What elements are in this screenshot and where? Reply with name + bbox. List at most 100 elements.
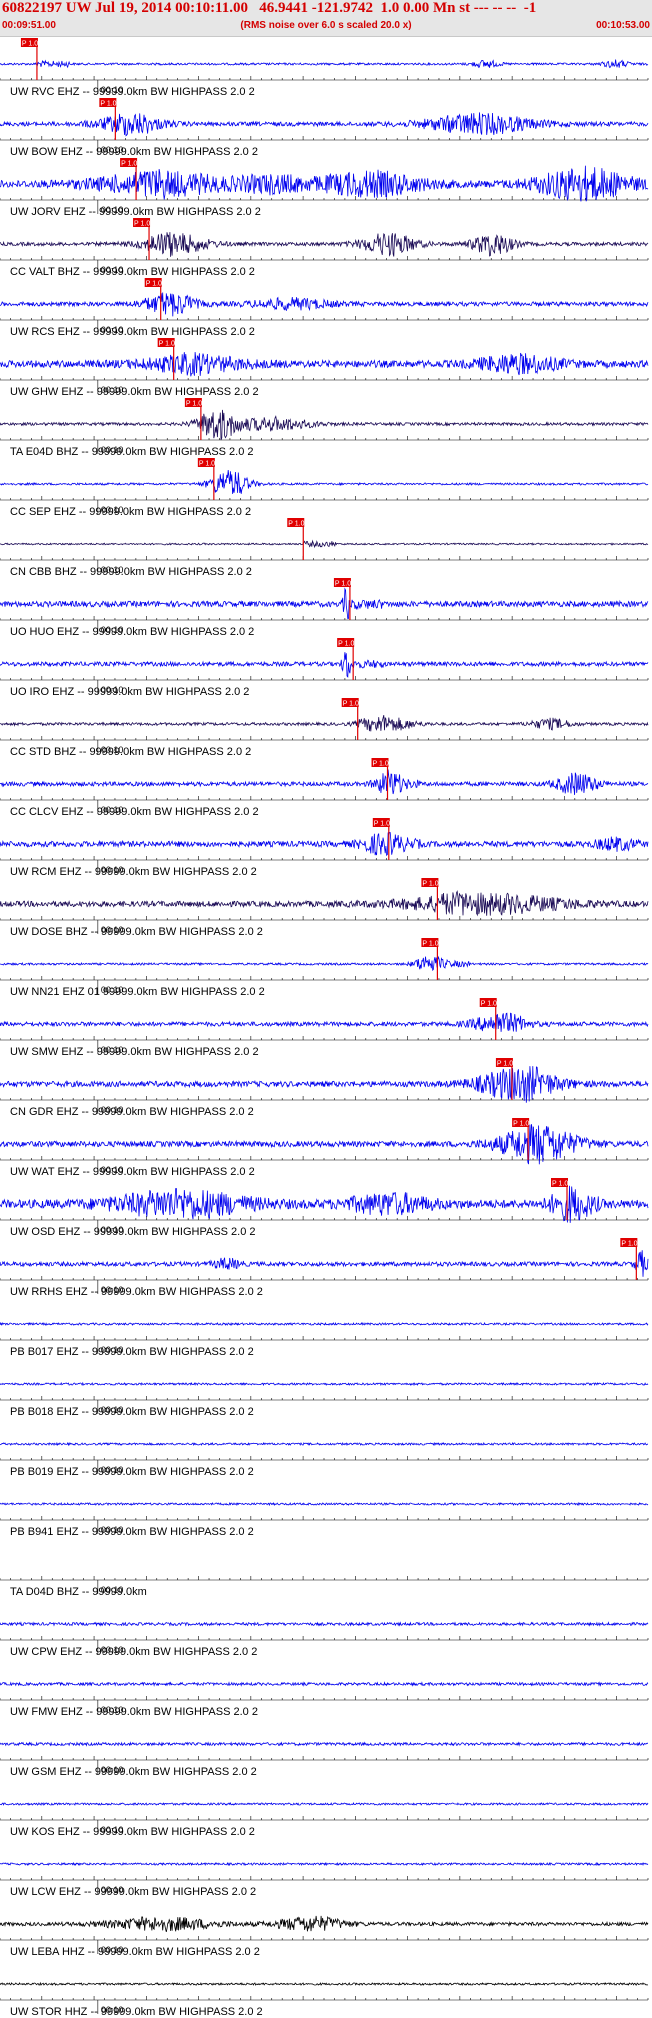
trace-row: 00:10UW LCW EHZ -- 99999.0km BW HIGHPASS… (0, 1861, 649, 1898)
station-label: UW LEBA HHZ -- 99999.0km BW HIGHPASS 2.0… (10, 1946, 260, 1958)
waveform (0, 955, 649, 972)
trace-row: 00:10P 1.0UW NN21 EHZ 01 99999.0km BW HI… (0, 938, 649, 998)
trace-row: 00:10UW STOR HHZ -- 99999.0km BW HIGHPAS… (0, 1981, 649, 2018)
station-label: PB B019 EHZ -- 99999.0km BW HIGHPASS 2.0… (10, 1466, 254, 1478)
station-label: UW RVC EHZ -- 99999.0km BW HIGHPASS 2.0 … (10, 86, 255, 98)
pick-label: P 1.0 (134, 221, 150, 228)
seismogram-plot: 00:10P 1.0UW RVC EHZ -- 99999.0km BW HIG… (0, 38, 649, 2018)
pick-label: P 1.0 (146, 281, 162, 288)
waveform (0, 352, 649, 377)
station-label: UW DOSE BHZ -- 99999.0km BW HIGHPASS 2.0… (10, 926, 263, 938)
trace-row: 00:10UW CPW EHZ -- 99999.0km BW HIGHPASS… (0, 1621, 649, 1658)
pick-label: P 1.0 (159, 341, 175, 348)
waveform (0, 1861, 649, 1867)
pick-label: P 1.0 (621, 1241, 637, 1248)
waveform (0, 1012, 649, 1032)
trace-row: 00:10P 1.0CN CBB BHZ -- 99999.0km BW HIG… (0, 518, 649, 578)
waveform (0, 832, 649, 857)
station-label: UW CPW EHZ -- 99999.0km BW HIGHPASS 2.0 … (10, 1646, 257, 1658)
waveform (0, 409, 649, 441)
trace-row: 00:10P 1.0UW SMW EHZ -- 99999.0km BW HIG… (0, 998, 649, 1058)
end-time: 00:10:53.00 (596, 20, 650, 31)
pick-label: P 1.0 (22, 41, 38, 48)
waveform (0, 1185, 649, 1223)
trace-row: 00:10P 1.0TA E04D BHZ -- 99999.0km BW HI… (0, 398, 649, 458)
pick-label: P 1.0 (373, 761, 389, 768)
station-label: UO HUO EHZ -- 99999.0km BW HIGHPASS 2.0 … (10, 626, 254, 638)
trace-row: 00:10PB B017 EHZ -- 99999.0km BW HIGHPAS… (0, 1321, 649, 1358)
trace-row: 00:10P 1.0CN GDR EHZ -- 99999.0km BW HIG… (0, 1058, 649, 1118)
trace-row: 00:10P 1.0UW DOSE BHZ -- 99999.0km BW HI… (0, 878, 649, 938)
waveform (0, 539, 649, 549)
waveform (0, 1915, 649, 1933)
trace-row: 00:10P 1.0UW BOW EHZ -- 99999.0km BW HIG… (0, 98, 649, 158)
pick-label: P 1.0 (100, 101, 116, 108)
waveform (0, 1802, 649, 1807)
trace-row: 00:10P 1.0CC SEP EHZ -- 99999.0km BW HIG… (0, 458, 649, 518)
waveform (0, 715, 649, 732)
trace-row: 00:10PB B941 EHZ -- 99999.0km BW HIGHPAS… (0, 1501, 649, 1538)
station-label: UW SMW EHZ -- 99999.0km BW HIGHPASS 2.0 … (10, 1046, 259, 1058)
trace-row: 00:10P 1.0UW JORV EHZ -- 99999.0km BW HI… (0, 158, 649, 218)
waveform (0, 1066, 649, 1103)
waveform (0, 1381, 649, 1387)
trace-row: 00:10UW FMW EHZ -- 99999.0km BW HIGHPASS… (0, 1681, 649, 1718)
trace-row: 00:10P 1.0CC STD BHZ -- 99999.0km BW HIG… (0, 698, 649, 758)
waveform (0, 165, 649, 202)
trace-row: 00:10P 1.0UW RVC EHZ -- 99999.0km BW HIG… (0, 38, 649, 98)
station-label: CC CLCV EHZ -- 99999.0km BW HIGHPASS 2.0… (10, 806, 259, 818)
trace-row: 00:10P 1.0CC CLCV EHZ -- 99999.0km BW HI… (0, 758, 649, 818)
trace-row: 00:10PB B018 EHZ -- 99999.0km BW HIGHPAS… (0, 1381, 649, 1418)
trace-row: 00:10PB B019 EHZ -- 99999.0km BW HIGHPAS… (0, 1441, 649, 1478)
waveform (0, 1501, 649, 1507)
station-label: UW WAT EHZ -- 99999.0km BW HIGHPASS 2.0 … (10, 1166, 255, 1178)
station-label: UW FMW EHZ -- 99999.0km BW HIGHPASS 2.0 … (10, 1706, 258, 1718)
station-label: CC SEP EHZ -- 99999.0km BW HIGHPASS 2.0 … (10, 506, 251, 518)
scaling-note: (RMS noise over 6.0 s scaled 20.0 x) (240, 20, 412, 31)
trace-row: 00:10P 1.0CC VALT BHZ -- 99999.0km BW HI… (0, 218, 649, 278)
waveform (0, 1621, 649, 1627)
trace-row: 00:10P 1.0UW RCS EHZ -- 99999.0km BW HIG… (0, 278, 649, 338)
waveform (0, 469, 649, 494)
station-label: UW RRHS EHZ -- 99999.0km BW HIGHPASS 2.0… (10, 1286, 263, 1298)
station-label: UW GHW EHZ -- 99999.0km BW HIGHPASS 2.0 … (10, 386, 259, 398)
pick-label: P 1.0 (374, 821, 390, 828)
pick-label: P 1.0 (422, 941, 438, 948)
station-label: UW OSD EHZ -- 99999.0km BW HIGHPASS 2.0 … (10, 1226, 256, 1238)
trace-row: 00:10P 1.0UO HUO EHZ -- 99999.0km BW HIG… (0, 578, 649, 638)
station-label: CN CBB BHZ -- 99999.0km BW HIGHPASS 2.0 … (10, 566, 252, 578)
waveform (0, 1681, 649, 1687)
station-label: UW NN21 EHZ 01 99999.0km BW HIGHPASS 2.0… (10, 986, 265, 998)
pick-label: P 1.0 (199, 461, 215, 468)
trace-row: 00:10P 1.0UW GHW EHZ -- 99999.0km BW HIG… (0, 338, 649, 398)
station-label: CC STD BHZ -- 99999.0km BW HIGHPASS 2.0 … (10, 746, 251, 758)
waveform (0, 292, 649, 317)
waveform (0, 1741, 649, 1747)
trace-row: 00:10P 1.0UW OSD EHZ -- 99999.0km BW HIG… (0, 1178, 649, 1238)
waveform (0, 112, 649, 137)
event-title: 60822197 UW Jul 19, 2014 00:10:11.00 46.… (2, 0, 537, 16)
waveform (0, 232, 649, 257)
station-label: CC VALT BHZ -- 99999.0km BW HIGHPASS 2.0… (10, 266, 255, 278)
waveform (0, 890, 649, 917)
station-label: TA D04D BHZ -- 99999.0km (10, 1586, 147, 1598)
pick-label: P 1.0 (338, 641, 354, 648)
pick-label: P 1.0 (343, 701, 359, 708)
waveform (0, 1981, 649, 1987)
pick-label: P 1.0 (481, 1001, 497, 1008)
trace-row: 00:10UW LEBA HHZ -- 99999.0km BW HIGHPAS… (0, 1915, 649, 1958)
waveform (0, 59, 649, 69)
trace-row: 00:10P 1.0UW WAT EHZ -- 99999.0km BW HIG… (0, 1118, 649, 1178)
station-label: UW KOS EHZ -- 99999.0km BW HIGHPASS 2.0 … (10, 1826, 255, 1838)
waveform (0, 587, 649, 620)
station-label: TA E04D BHZ -- 99999.0km BW HIGHPASS 2.0… (10, 446, 254, 458)
pick-label: P 1.0 (422, 881, 438, 888)
waveform (0, 1321, 649, 1327)
station-label: PB B018 EHZ -- 99999.0km BW HIGHPASS 2.0… (10, 1406, 254, 1418)
pick-label: P 1.0 (335, 581, 351, 588)
station-label: UW LCW EHZ -- 99999.0km BW HIGHPASS 2.0 … (10, 1886, 256, 1898)
waveform (0, 652, 649, 678)
station-label: PB B017 EHZ -- 99999.0km BW HIGHPASS 2.0… (10, 1346, 254, 1358)
station-label: UW GSM EHZ -- 99999.0km BW HIGHPASS 2.0 … (10, 1766, 257, 1778)
station-label: CN GDR EHZ -- 99999.0km BW HIGHPASS 2.0 … (10, 1106, 254, 1118)
